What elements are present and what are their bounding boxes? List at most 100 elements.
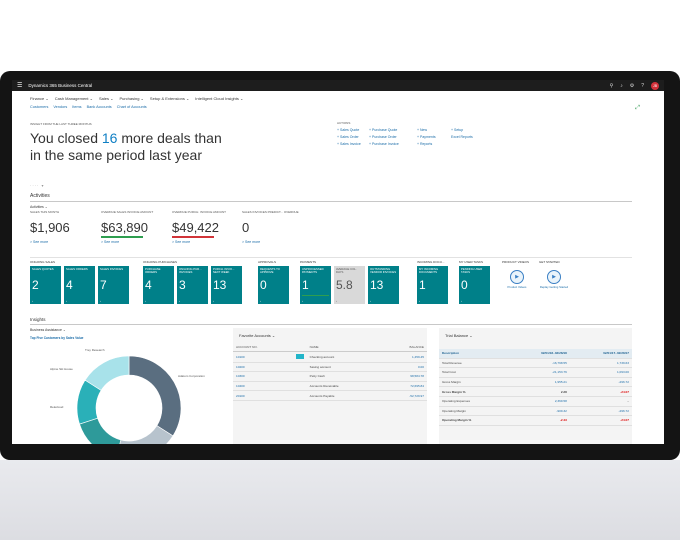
account-balance[interactable]: 72,695.84 — [382, 381, 427, 392]
menu-item-purchasing[interactable]: Purchasing ⌄ — [119, 96, 143, 101]
tile-purchase-orders[interactable]: PURCHASE ORDERS 4 › — [143, 266, 174, 304]
get-started-link[interactable]: Replay Getting Started — [539, 285, 569, 289]
row-value-current[interactable]: -909.32 — [507, 406, 570, 417]
account-no[interactable]: 20100 — [233, 390, 293, 401]
see-more-link[interactable]: > See more — [30, 240, 92, 244]
action-sales-order[interactable]: + Sales Order — [337, 135, 369, 139]
action-purchase-quote[interactable]: + Purchase Quote — [369, 128, 417, 132]
activities-subheader[interactable]: Activities ⌄ — [30, 205, 48, 209]
column-header-name[interactable]: NAME — [306, 343, 383, 352]
table-row: Total Cost -21,153.76 1,093.00 — [439, 367, 632, 378]
bell-icon[interactable]: ♪ — [620, 83, 623, 89]
product-videos-link[interactable]: Product Videos — [502, 285, 532, 289]
cue-bar-red — [172, 236, 214, 238]
cue-overdue-sales[interactable]: OVERDUE SALES INVOICE AMOUNT $63,890 > S… — [101, 210, 163, 244]
actions-label: ACTIONS — [337, 121, 351, 125]
business-assistance-label[interactable]: Business Assistance ⌄ — [30, 328, 66, 332]
cue-sales-this-month[interactable]: SALES THIS MONTH $1,906 > See more — [30, 210, 92, 244]
tile-label: PENDING USER TASKS — [461, 267, 483, 275]
table-row[interactable]: 10300 Petty Cash 98,584.78 — [233, 371, 427, 382]
row-value-current[interactable]: -21,153.76 — [507, 367, 570, 378]
gear-icon[interactable]: ⚙ — [630, 83, 634, 89]
action-sales-invoice[interactable]: + Sales Invoice — [337, 142, 369, 146]
row-value-current[interactable]: 2,369.58 — [507, 396, 570, 407]
action-sales-quote[interactable]: + Sales Quote — [337, 128, 369, 132]
menu-item-insights[interactable]: Intelligent Cloud Insights ⌄ — [195, 96, 243, 101]
account-balance[interactable]: 1,459.45 — [382, 351, 427, 363]
column-header-current-period[interactable]: 02/01/18..02/28/18 — [507, 349, 570, 359]
tile-value: 3 — [179, 278, 186, 292]
tile-ongoing-purchase-invoices[interactable]: ONGOING PUR... INVOICES 3 › — [177, 266, 208, 304]
menu-item-cash-management[interactable]: Cash Management ⌄ — [55, 96, 93, 101]
table-row[interactable]: 10400 Accounts Receivable 72,695.84 — [233, 381, 427, 392]
row-value-prior[interactable]: -296.72 — [569, 406, 632, 417]
action-payments[interactable]: + Payments — [417, 135, 451, 139]
tile-sales-invoices[interactable]: SALES INVOICES 7 › — [98, 266, 129, 304]
more-options-indicator[interactable]: ···· ▾ — [30, 183, 44, 188]
expand-icon[interactable]: ⤢ — [635, 105, 640, 112]
donut-slice-adatum-corporation[interactable] — [128, 355, 182, 437]
get-started-action[interactable]: ▶ Replay Getting Started — [539, 270, 569, 289]
chart-subtitle[interactable]: Top Five Customers by Sales Value — [30, 336, 83, 340]
see-more-link[interactable]: > See more — [242, 240, 304, 244]
row-value-prior[interactable]: 1,093.00 — [569, 367, 632, 378]
tile-value: 4 — [66, 278, 73, 292]
action-purchase-order[interactable]: + Purchase Order — [369, 135, 417, 139]
account-no[interactable]: 10200 — [233, 362, 293, 373]
tile-sales-quotes[interactable]: SALES QUOTES 2 › — [30, 266, 61, 304]
nav-link-bank-accounts[interactable]: Bank Accounts — [87, 105, 112, 109]
column-header-prior-period[interactable]: 02/01/17..02/28/17 — [569, 349, 632, 359]
tile-average-collection-days[interactable]: AVERAGE COL. DAYS 5.8 › — [334, 266, 365, 304]
see-more-link[interactable]: > See more — [101, 240, 163, 244]
account-no[interactable]: 10300 — [233, 371, 293, 382]
action-purchase-invoice[interactable]: + Purchase Invoice — [369, 142, 417, 146]
nav-link-items[interactable]: Items — [72, 105, 81, 109]
see-more-link[interactable]: > See more — [172, 240, 234, 244]
app-launcher-icon[interactable]: ☰ — [17, 82, 22, 89]
action-reports[interactable]: + Reports — [417, 142, 451, 146]
action-new[interactable]: + New — [417, 128, 451, 132]
account-balance[interactable]: -52,729.97 — [382, 390, 427, 401]
search-icon[interactable]: ⚲ — [610, 83, 614, 89]
tile-pending-user-tasks[interactable]: PENDING USER TASKS 0 › — [459, 266, 490, 304]
trial-balance-panel: Trial Balance ⌄ Description 02/01/18..02… — [439, 328, 632, 444]
row-value-current[interactable]: 1,955.21 — [507, 377, 570, 388]
table-row[interactable]: 10100 Checking account 1,459.45 — [233, 351, 427, 363]
menu-item-setup[interactable]: Setup & Extensions ⌄ — [150, 96, 189, 101]
product-videos-action[interactable]: ▶ Product Videos — [502, 270, 532, 289]
account-balance[interactable]: 98,584.78 — [382, 371, 427, 382]
user-avatar[interactable]: JB — [651, 81, 659, 90]
tile-unprocessed-payments[interactable]: UNPROCESSED PAYMENTS 1 › — [300, 266, 331, 304]
account-name: Checking account — [306, 351, 383, 363]
row-value-prior[interactable]: -296.72 — [569, 377, 632, 388]
menu-item-sales[interactable]: Sales ⌄ — [99, 96, 113, 101]
tile-outstanding-vendor-invoices[interactable]: OUTSTANDING VENDOR INVOICES 13 › — [368, 266, 399, 304]
favorite-accounts-title[interactable]: Favorite Accounts ⌄ — [233, 328, 427, 343]
table-row[interactable]: 10200 Saving account 0.00 — [233, 362, 427, 373]
cue-overdue-purchases[interactable]: OVERDUE PURCH. INVOICE AMOUNT $49,422 > … — [172, 210, 234, 244]
action-excel-reports[interactable]: Excel Reports — [451, 135, 491, 139]
nav-link-customers[interactable]: Customers — [30, 105, 48, 109]
tile-purchase-invoices-next-week[interactable]: PURCH. INVOI... NEXT WEEK 13 › — [211, 266, 242, 304]
menu-item-finance[interactable]: Finance ⌄ — [30, 96, 49, 101]
app-title: Dynamics 365 Business Central — [28, 83, 93, 88]
tile-requests-to-approve[interactable]: REQUESTS TO APPROVE 0 › — [258, 266, 289, 304]
column-header-account-no[interactable]: ACCOUNT NO. — [233, 343, 293, 352]
table-row[interactable]: 20100 Accounts Payable -52,729.97 — [233, 390, 427, 401]
cue-predicted-overdue[interactable]: SALES INVOICES PREDICT... OVERDUE 0 > Se… — [242, 210, 304, 244]
row-label: Total Revenue — [439, 358, 508, 369]
tile-my-incoming-documents[interactable]: MY INCOMING DOCUMENTS 1 › — [417, 266, 448, 304]
nav-link-chart-of-accounts[interactable]: Chart of Accounts — [117, 105, 147, 109]
account-no[interactable]: 10100 — [233, 351, 293, 363]
row-value-prior[interactable]: 1,739.63 — [569, 358, 632, 369]
nav-link-vendors[interactable]: Vendors — [53, 105, 67, 109]
account-no[interactable]: 10400 — [233, 381, 293, 392]
tile-sales-orders[interactable]: SALES ORDERS 4 › — [64, 266, 95, 304]
headline-pre: You closed — [30, 130, 102, 146]
column-header-balance[interactable]: BALANCE — [382, 343, 427, 352]
action-setup[interactable]: + Setup — [451, 128, 491, 132]
help-icon[interactable]: ? — [641, 83, 644, 89]
trial-balance-title[interactable]: Trial Balance ⌄ — [439, 328, 632, 343]
row-value-current[interactable]: -16,798.55 — [507, 358, 570, 369]
account-balance[interactable]: 0.00 — [382, 362, 427, 373]
